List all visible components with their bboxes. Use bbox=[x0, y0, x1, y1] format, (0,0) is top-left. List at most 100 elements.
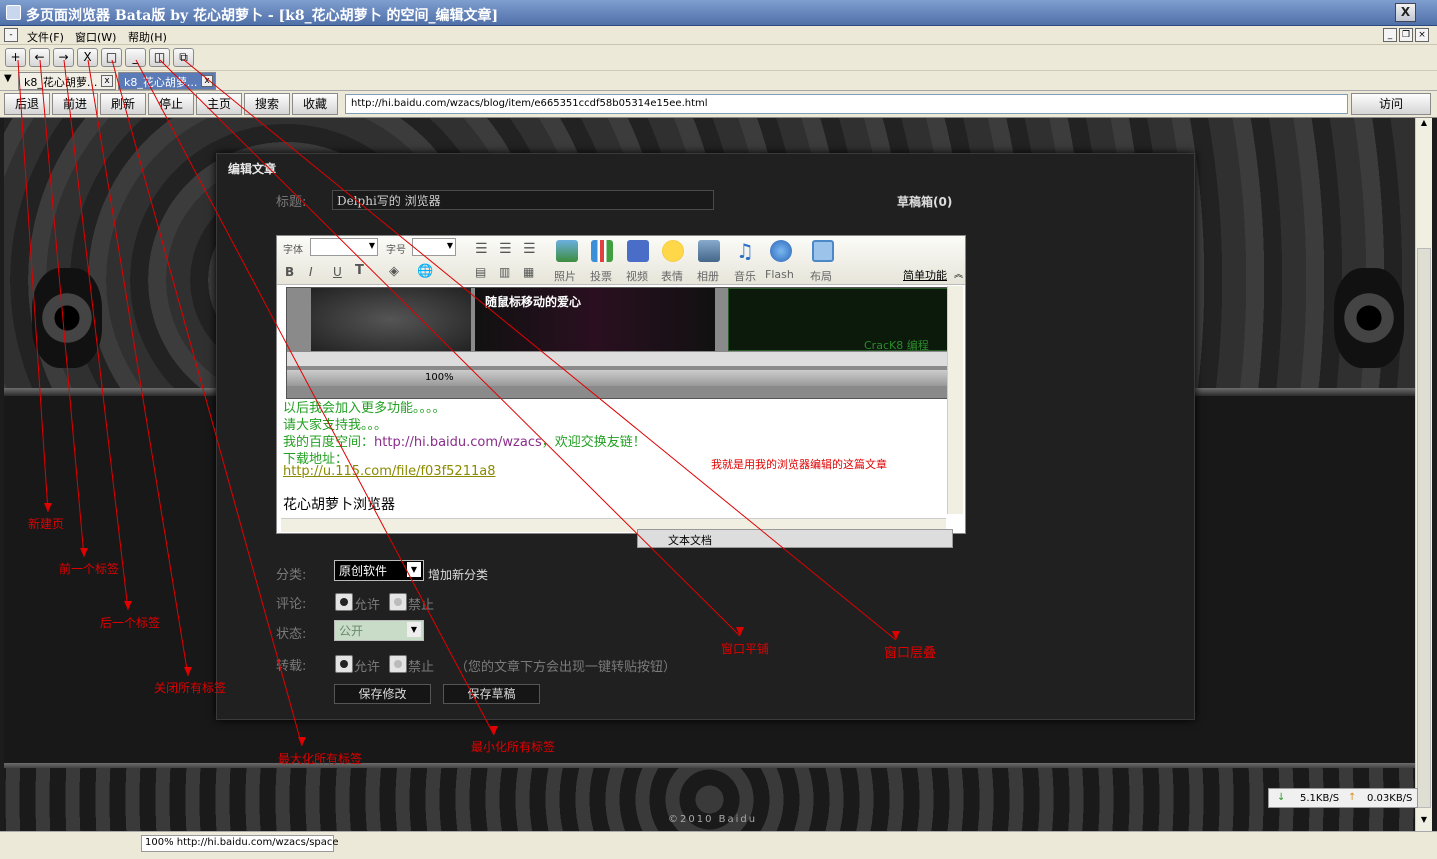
size-select[interactable]: ▼ bbox=[412, 238, 456, 256]
simple-mode-link[interactable]: 简单功能 bbox=[903, 267, 947, 283]
download-arrow-icon: ↓ bbox=[1277, 792, 1286, 803]
editor-vscroll[interactable] bbox=[947, 286, 963, 514]
minimize-all-button[interactable]: _ bbox=[125, 48, 146, 67]
text-document-popup[interactable]: 文本文档 bbox=[637, 529, 953, 548]
search-button[interactable]: 搜索 bbox=[244, 93, 290, 115]
upload-arrow-icon: ↑ bbox=[1348, 792, 1357, 803]
home-button[interactable]: 主页 bbox=[196, 93, 242, 115]
align-right-icon[interactable]: ☰ bbox=[523, 241, 536, 257]
stop-button[interactable]: 停止 bbox=[148, 93, 194, 115]
photo-icon[interactable] bbox=[556, 240, 578, 262]
embedded-screenshot: 随鼠标移动的爱心 CracK8 编程 100% bbox=[286, 287, 950, 399]
insert-emoji-label[interactable]: 表情 bbox=[661, 268, 683, 284]
tab-close-button[interactable]: x bbox=[201, 75, 213, 87]
save-button[interactable]: 保存修改 bbox=[334, 684, 431, 704]
repost-forbid-radio[interactable] bbox=[389, 655, 407, 673]
embedded-image-middle: 随鼠标移动的爱心 bbox=[475, 288, 715, 351]
go-button[interactable]: 访问 bbox=[1351, 93, 1431, 115]
save-draft-button[interactable]: 保存草稿 bbox=[443, 684, 540, 704]
new-page-button[interactable]: + bbox=[5, 48, 26, 67]
add-category-link[interactable]: 增加新分类 bbox=[428, 566, 488, 583]
tab-strip: ▼ k8_花心胡萝... x k8_花心胡萝... x bbox=[0, 71, 1437, 91]
embedded-image-right: CracK8 编程 bbox=[728, 288, 948, 352]
scroll-thumb[interactable] bbox=[1417, 248, 1431, 808]
back-button[interactable]: 后退 bbox=[4, 93, 50, 115]
align-left-icon[interactable]: ☰ bbox=[475, 241, 488, 257]
next-tab-button[interactable]: → bbox=[53, 48, 74, 67]
drafts-link[interactable]: 草稿箱(0) bbox=[897, 193, 952, 210]
layout-icon[interactable] bbox=[812, 240, 834, 262]
favorites-button[interactable]: 收藏 bbox=[292, 93, 338, 115]
maximize-all-button[interactable]: □ bbox=[101, 48, 122, 67]
emoji-icon[interactable] bbox=[662, 240, 684, 262]
align-center-icon[interactable]: ☰ bbox=[499, 241, 512, 257]
chevron-down-icon: ▼ bbox=[407, 622, 421, 637]
insert-layout-label[interactable]: 布局 bbox=[810, 268, 832, 284]
music-icon[interactable]: ♫ bbox=[734, 240, 756, 262]
title-input[interactable]: Delphi写的 浏览器 bbox=[332, 190, 714, 210]
cascade-windows-button[interactable]: ⧉ bbox=[173, 48, 194, 67]
address-input[interactable]: http://hi.baidu.com/wzacs/blog/item/e665… bbox=[345, 94, 1348, 114]
prev-tab-button[interactable]: ← bbox=[29, 48, 50, 67]
tab-item-active[interactable]: k8_花心胡萝... x bbox=[118, 72, 216, 90]
indent-icon[interactable]: ▤ bbox=[475, 265, 486, 279]
app-icon[interactable] bbox=[6, 5, 21, 20]
text-color-button[interactable]: T bbox=[355, 263, 364, 278]
page-vscroll[interactable]: ▲ ▼ bbox=[1415, 118, 1432, 831]
insert-poll-label[interactable]: 投票 bbox=[590, 268, 612, 284]
album-icon[interactable] bbox=[698, 240, 720, 262]
repost-allow-radio[interactable] bbox=[335, 655, 353, 673]
chevron-down-icon: ▼ bbox=[407, 562, 421, 577]
scroll-down-icon[interactable]: ▼ bbox=[1417, 815, 1431, 829]
space-link[interactable]: http://hi.baidu.com/wzacs bbox=[374, 435, 542, 450]
system-menu-button[interactable]: - bbox=[4, 28, 18, 42]
download-link[interactable]: http://u.115.com/file/f03f5211a8 bbox=[283, 464, 495, 479]
scroll-up-icon[interactable]: ▲ bbox=[1417, 118, 1431, 132]
forward-button[interactable]: 前进 bbox=[52, 93, 98, 115]
flash-icon[interactable] bbox=[770, 240, 792, 262]
status-url: 100% http://hi.baidu.com/wzacs/space bbox=[141, 835, 339, 852]
outdent-icon[interactable]: ▥ bbox=[499, 265, 510, 279]
menu-window[interactable]: 窗口(W) bbox=[75, 29, 116, 45]
link-icon[interactable]: 🌐 bbox=[417, 264, 433, 279]
insert-music-label[interactable]: 音乐 bbox=[734, 268, 756, 284]
tab-close-button[interactable]: x bbox=[101, 75, 113, 87]
refresh-button[interactable]: 刷新 bbox=[100, 93, 146, 115]
insert-video-label[interactable]: 视频 bbox=[626, 268, 648, 284]
annotation-tile: 窗口平铺 bbox=[721, 642, 770, 656]
status-zoom: 100% bbox=[145, 837, 174, 848]
window-close-button[interactable]: X bbox=[1395, 3, 1416, 22]
tab-list-dropdown[interactable]: ▼ bbox=[4, 73, 12, 84]
annotation-new-page: 新建页 bbox=[28, 517, 65, 531]
poll-icon[interactable] bbox=[591, 240, 613, 262]
insert-flash-label[interactable]: Flash bbox=[765, 268, 794, 281]
size-label: 字号 bbox=[386, 245, 406, 256]
comment-allow-label: 允许 bbox=[354, 598, 381, 613]
menu-file[interactable]: 文件(F) bbox=[27, 29, 64, 45]
footer-copyright: ©2010 Baidu bbox=[668, 814, 758, 825]
comment-forbid-radio[interactable] bbox=[389, 593, 407, 611]
tab-item[interactable]: k8_花心胡萝... x bbox=[18, 72, 116, 90]
bold-button[interactable]: B bbox=[285, 265, 294, 279]
mdi-close-button[interactable]: × bbox=[1415, 28, 1429, 42]
underline-button[interactable]: U bbox=[333, 265, 342, 279]
comment-allow-radio[interactable] bbox=[335, 593, 353, 611]
menu-help[interactable]: 帮助(H) bbox=[128, 29, 167, 45]
insert-album-label[interactable]: 相册 bbox=[697, 268, 719, 284]
font-label: 字体 bbox=[283, 245, 303, 256]
italic-button[interactable]: I bbox=[309, 265, 313, 279]
insert-photo-label[interactable]: 照片 bbox=[554, 268, 576, 284]
embedded-hscroll[interactable] bbox=[287, 352, 949, 366]
video-icon[interactable] bbox=[627, 240, 649, 262]
repost-allow-label: 允许 bbox=[354, 660, 381, 675]
mdi-restore-button[interactable]: ❐ bbox=[1399, 28, 1413, 42]
annotation-cascade: 窗口层叠 bbox=[884, 646, 937, 661]
mdi-minimize-button[interactable]: _ bbox=[1383, 28, 1397, 42]
tile-windows-button[interactable]: ◫ bbox=[149, 48, 170, 67]
font-select[interactable]: ▼ bbox=[310, 238, 378, 256]
highlight-icon[interactable]: ◈ bbox=[389, 264, 399, 279]
status-select[interactable]: 公开 ▼ bbox=[334, 620, 424, 641]
close-all-tabs-button[interactable]: X bbox=[77, 48, 98, 67]
list-icon[interactable]: ▦ bbox=[523, 265, 534, 279]
category-select[interactable]: 原创软件 ▼ bbox=[334, 560, 424, 581]
